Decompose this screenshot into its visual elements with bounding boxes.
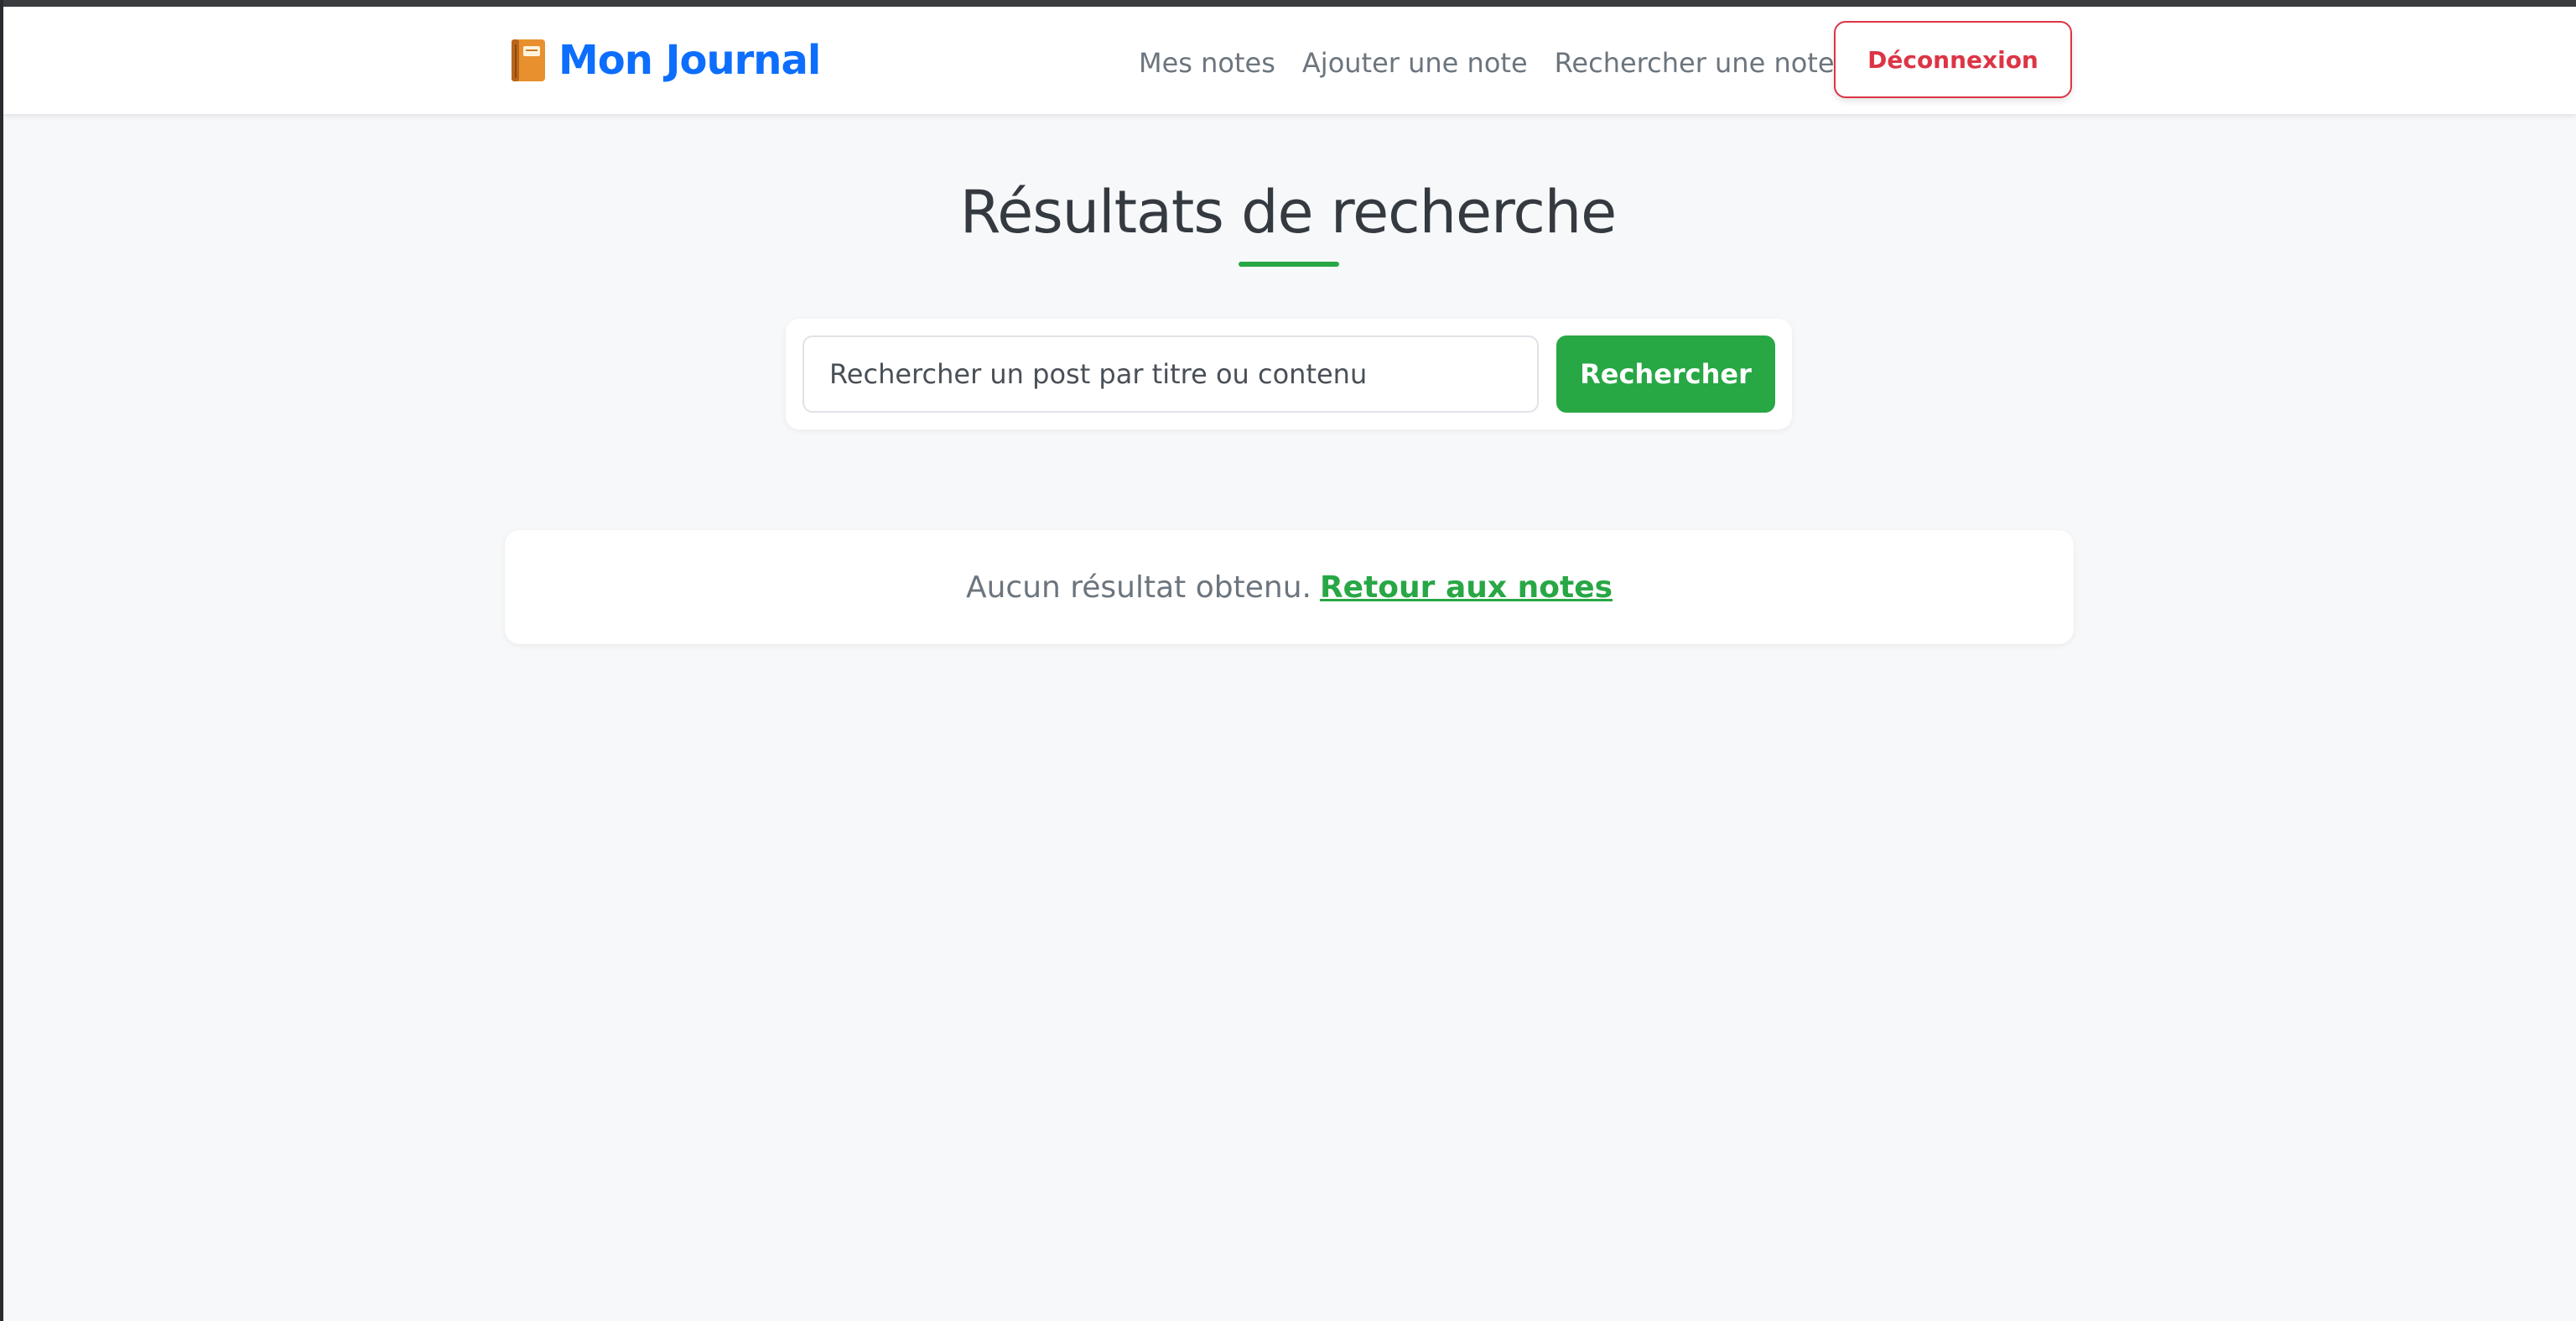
notebook-icon: [508, 38, 547, 83]
search-button[interactable]: Rechercher: [1556, 335, 1775, 413]
page-title: Résultats de recherche: [959, 178, 1618, 247]
nav-link-mes-notes[interactable]: Mes notes: [1139, 47, 1275, 79]
search-input[interactable]: [802, 335, 1539, 413]
nav-links: Mes notes Ajouter une note Rechercher un…: [1139, 47, 1835, 79]
brand-link[interactable]: Mon Journal: [508, 37, 821, 84]
navbar: Mon Journal Mes notes Ajouter une note R…: [3, 7, 2576, 114]
nav-link-rechercher-note[interactable]: Rechercher une note: [1555, 47, 1835, 79]
empty-results-message: Aucun résultat obtenu.: [965, 569, 1311, 605]
nav-link-ajouter-note[interactable]: Ajouter une note: [1302, 47, 1528, 79]
back-to-notes-link[interactable]: Retour aux notes: [1320, 570, 1613, 605]
logout-button[interactable]: Déconnexion: [1834, 21, 2072, 98]
title-underline: [1239, 262, 1339, 267]
window-top-border: [0, 0, 2576, 7]
empty-results-card: Aucun résultat obtenu. Retour aux notes: [505, 530, 2074, 644]
search-form: Rechercher: [786, 319, 1792, 429]
brand-label: Mon Journal: [558, 37, 821, 84]
